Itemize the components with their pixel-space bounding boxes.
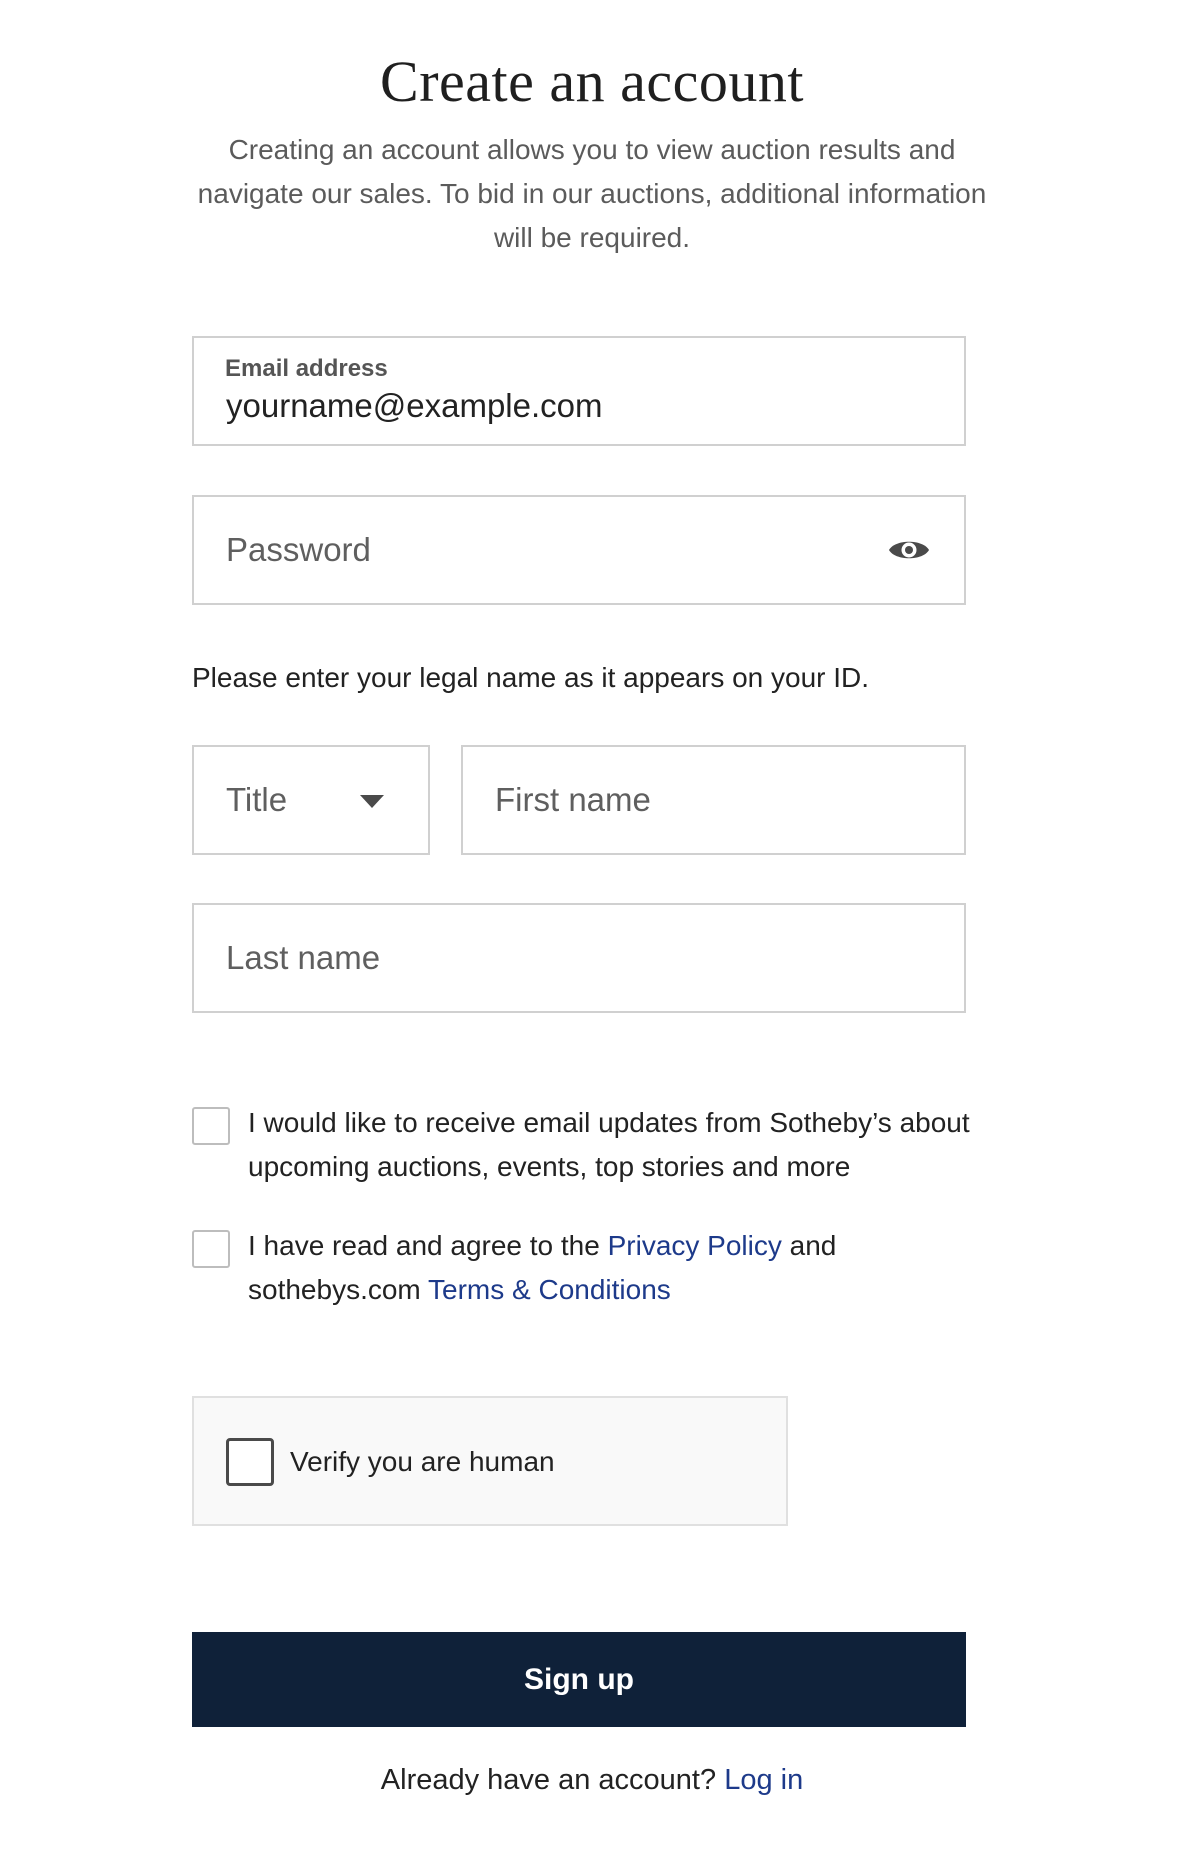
page-title: Create an account xyxy=(380,49,804,114)
legal-name-hint: Please enter your legal name as it appea… xyxy=(192,662,870,693)
email-label: Email address xyxy=(225,355,388,382)
terms-text-before: I have read and agree to the xyxy=(248,1230,600,1261)
title-select[interactable]: Title xyxy=(192,745,430,855)
caret-down-icon xyxy=(360,795,384,808)
title-select-value: Title xyxy=(226,781,288,818)
terms-text: I have read and agree to the Privacy Pol… xyxy=(248,1224,1008,1312)
login-prompt-text: Already have an account? xyxy=(380,1764,717,1796)
email-field[interactable]: Email address yourname@example.com xyxy=(192,336,966,446)
privacy-policy-link[interactable]: Privacy Policy xyxy=(608,1230,782,1261)
captcha-label: Verify you are human xyxy=(290,1446,555,1477)
terms-checkbox[interactable] xyxy=(192,1230,230,1268)
captcha-widget: Verify you are human xyxy=(192,1396,788,1526)
page-subtitle: Creating an account allows you to view a… xyxy=(197,134,987,253)
sign-up-button[interactable]: Sign up xyxy=(192,1632,966,1727)
captcha-checkbox[interactable] xyxy=(226,1438,274,1486)
terms-conditions-link[interactable]: Terms & Conditions xyxy=(428,1274,671,1305)
login-prompt: Already have an account? Log in xyxy=(0,1760,1184,1800)
last-name-field[interactable]: Last name xyxy=(192,903,966,1013)
marketing-opt-in-row: I would like to receive email updates fr… xyxy=(192,1101,992,1193)
last-name-placeholder: Last name xyxy=(226,939,381,976)
log-in-link[interactable]: Log in xyxy=(724,1764,803,1796)
email-value[interactable]: yourname@example.com xyxy=(226,386,603,426)
signup-page: Create an account Creating an account al… xyxy=(0,0,1184,1876)
marketing-opt-in-text: I would like to receive email updates fr… xyxy=(248,1107,970,1182)
password-placeholder: Password xyxy=(226,531,371,568)
terms-row: I have read and agree to the Privacy Pol… xyxy=(192,1224,992,1316)
marketing-opt-in-checkbox[interactable] xyxy=(192,1107,230,1145)
first-name-field[interactable]: First name xyxy=(461,745,966,855)
eye-icon[interactable] xyxy=(888,535,930,565)
password-field[interactable]: Password xyxy=(192,495,966,605)
first-name-placeholder: First name xyxy=(495,781,651,818)
